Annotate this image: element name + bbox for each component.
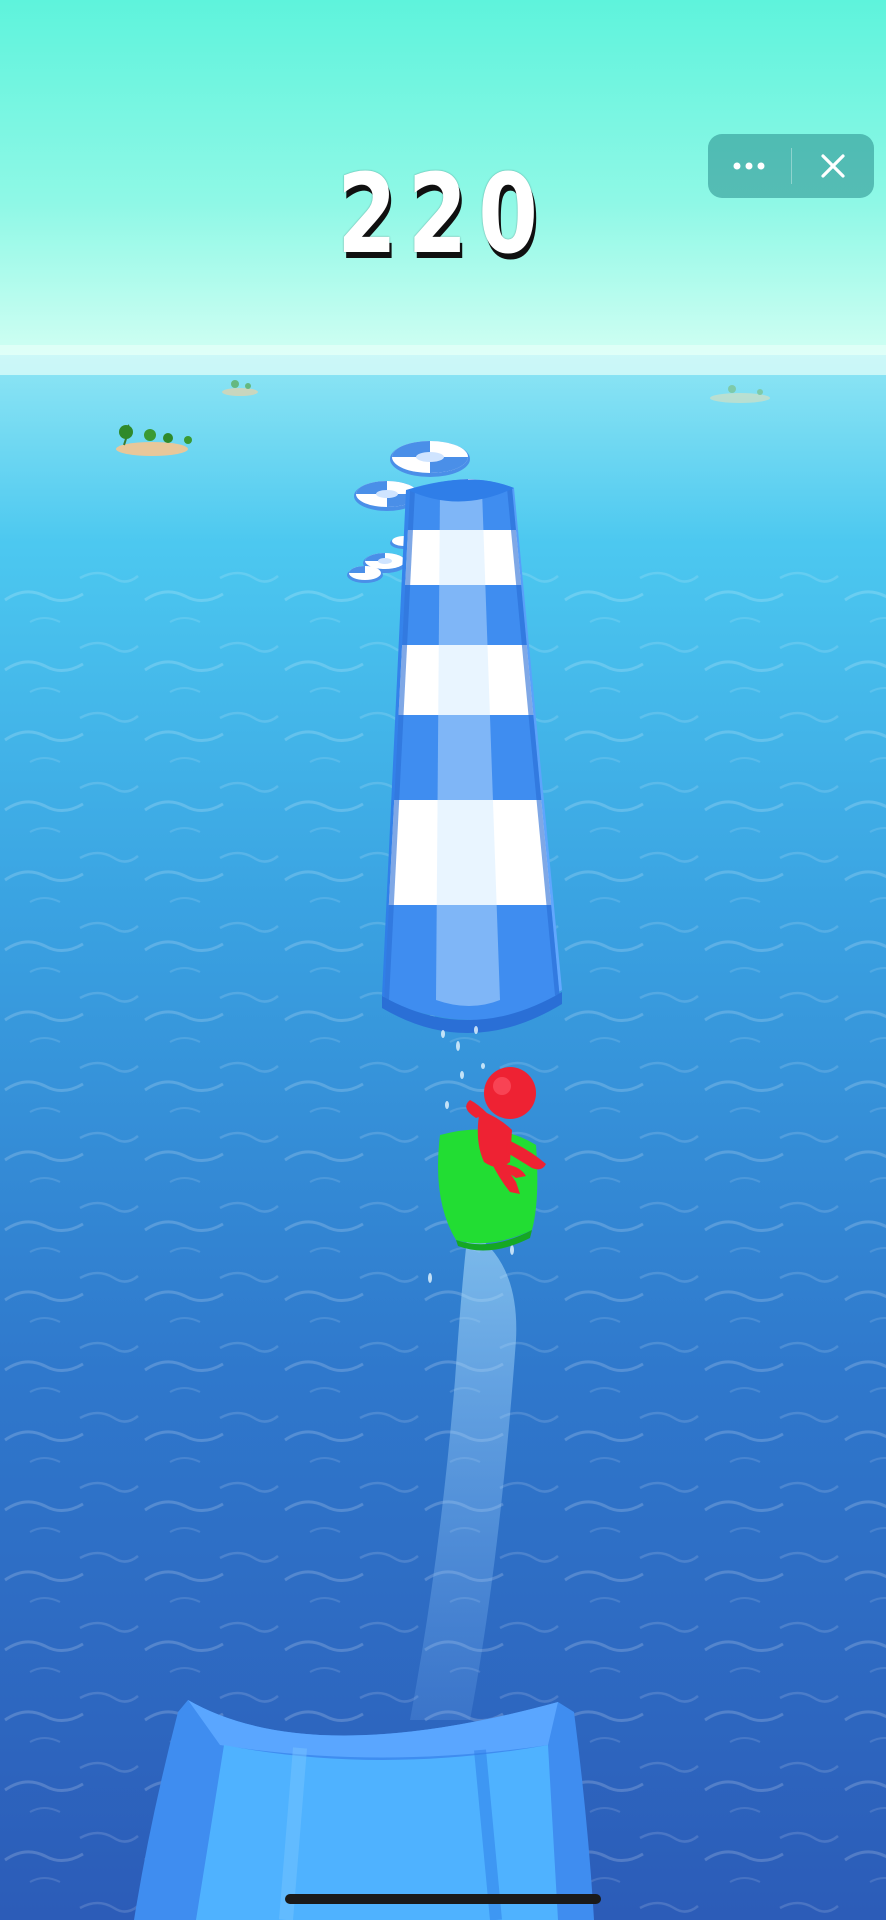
more-button[interactable]: [708, 134, 791, 198]
pool-ring-1: [390, 441, 470, 477]
score-display: 220: [337, 150, 549, 278]
game-scene: [0, 0, 886, 1920]
home-indicator[interactable]: [285, 1894, 601, 1904]
ellipsis-icon: [733, 162, 765, 170]
game-viewport[interactable]: 220: [0, 0, 886, 1920]
horizon-glow: [0, 345, 886, 375]
mini-program-capsule: [708, 134, 874, 198]
close-button[interactable]: [792, 134, 875, 198]
close-icon: [821, 154, 845, 178]
